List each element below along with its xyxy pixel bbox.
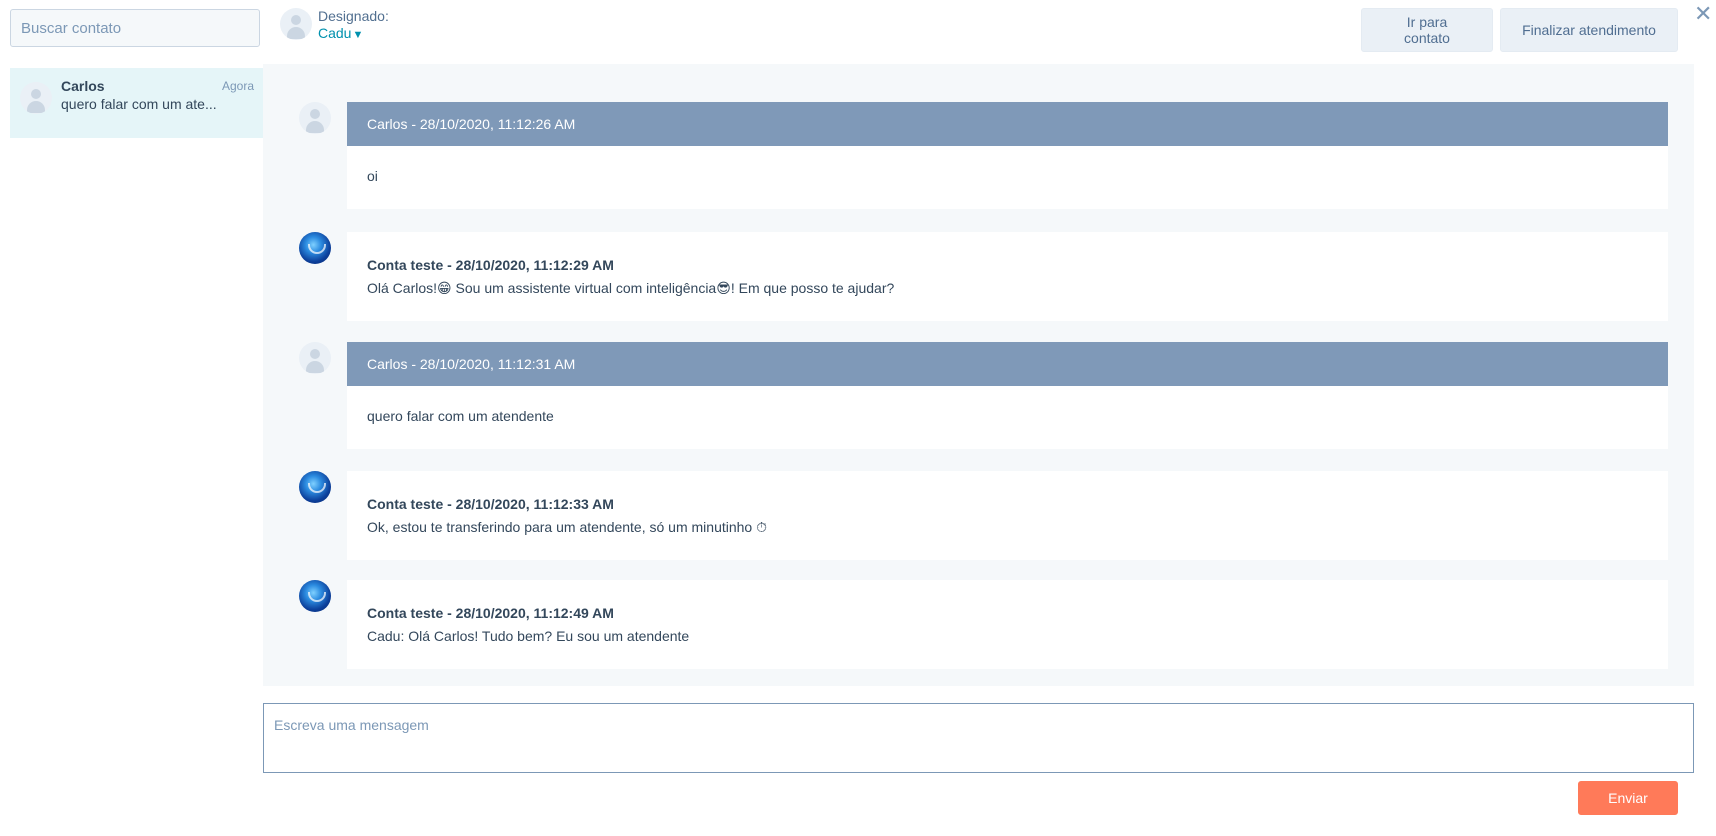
close-icon[interactable]: ✕ xyxy=(1694,3,1712,25)
message-bubble: Conta teste - 28/10/2020, 11:12:49 AM Ca… xyxy=(347,580,1668,669)
text-segment: Olá Carlos! xyxy=(367,280,438,296)
contact-avatar-icon xyxy=(299,342,331,374)
message-bubble: Carlos - 28/10/2020, 11:12:26 AM oi xyxy=(347,102,1668,209)
contact-time: Agora xyxy=(221,79,254,93)
message-bubble: Conta teste - 28/10/2020, 11:12:29 AM Ol… xyxy=(347,232,1668,321)
message-text: Olá Carlos!😁 Sou um assistente virtual c… xyxy=(347,273,1668,297)
text-segment: ! Em que posso te ajudar? xyxy=(730,280,895,296)
search-contact-input[interactable] xyxy=(10,9,260,47)
contact-avatar-icon xyxy=(299,102,331,134)
assigned-agent-dropdown[interactable]: Cadu▼ xyxy=(318,25,363,41)
text-segment: Sou um assistente virtual com inteligênc… xyxy=(451,280,717,296)
contacts-sidebar: Carlos Agora quero falar com um ate... xyxy=(0,0,263,836)
message-header: Carlos - 28/10/2020, 11:12:31 AM xyxy=(347,342,1668,386)
message-input[interactable] xyxy=(263,703,1694,773)
sunglasses-emoji-icon: 😎 xyxy=(716,280,731,296)
bot-avatar-icon xyxy=(299,471,331,503)
message-text: oi xyxy=(367,168,378,184)
message-text: Cadu: Olá Carlos! Tudo bem? Eu sou um at… xyxy=(367,628,690,644)
text-segment: Ok, estou te transferindo para um atende… xyxy=(367,519,757,535)
message-header: Carlos - 28/10/2020, 11:12:26 AM xyxy=(347,102,1668,146)
message-bubble: Carlos - 28/10/2020, 11:12:31 AM quero f… xyxy=(347,342,1668,449)
bot-avatar-icon xyxy=(299,580,331,612)
finish-service-button[interactable]: Finalizar atendimento xyxy=(1500,8,1678,52)
stopwatch-emoji-icon: ⏱ xyxy=(756,519,768,535)
message-bubble: Conta teste - 28/10/2020, 11:12:33 AM Ok… xyxy=(347,471,1668,560)
message-header: Conta teste - 28/10/2020, 11:12:33 AM xyxy=(367,496,614,512)
bot-avatar-icon xyxy=(299,232,331,264)
assigned-avatar-icon xyxy=(280,8,312,40)
assigned-agent-name: Cadu xyxy=(318,25,352,41)
chat-app: Carlos Agora quero falar com um ate... D… xyxy=(0,0,1716,836)
assigned-label: Designado: xyxy=(318,8,389,24)
caret-down-icon: ▼ xyxy=(352,29,364,41)
grin-emoji-icon: 😁 xyxy=(437,280,452,296)
go-to-contact-button[interactable]: Ir para contato xyxy=(1361,8,1493,52)
send-button[interactable]: Enviar xyxy=(1578,781,1678,815)
message-header: Conta teste - 28/10/2020, 11:12:29 AM xyxy=(367,257,614,273)
contact-list-item[interactable]: Carlos Agora quero falar com um ate... xyxy=(10,68,263,138)
message-text: Ok, estou te transferindo para um atende… xyxy=(347,512,1668,536)
contact-avatar-icon xyxy=(20,82,52,114)
message-header: Conta teste - 28/10/2020, 11:12:49 AM xyxy=(367,605,614,621)
message-text: quero falar com um atendente xyxy=(367,408,554,424)
contact-name: Carlos xyxy=(61,78,105,94)
contact-preview: quero falar com um ate... xyxy=(61,96,217,112)
chat-history: Carlos - 28/10/2020, 11:12:26 AM oi Cont… xyxy=(263,64,1694,686)
